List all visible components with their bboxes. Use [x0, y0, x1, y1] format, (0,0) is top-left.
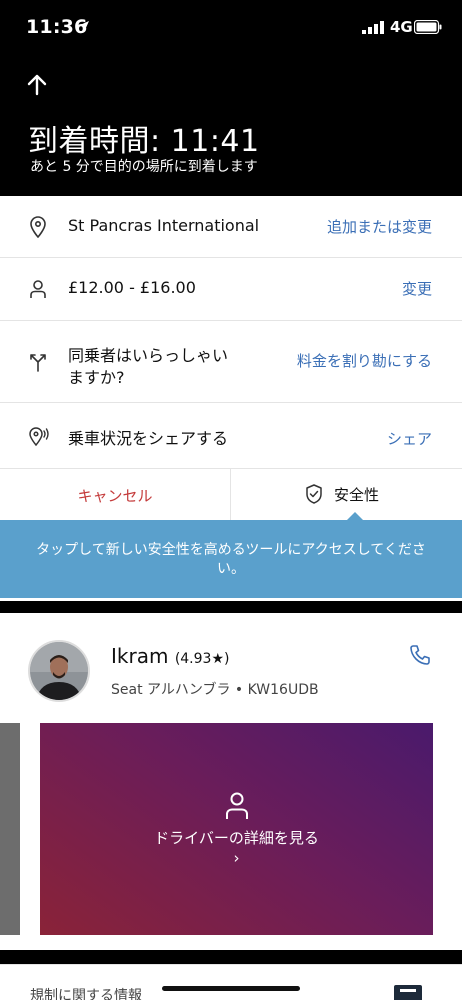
- person-icon: [226, 792, 248, 819]
- driver-avatar[interactable]: [28, 640, 90, 702]
- driver-details-label: ドライバーの詳細を見る: [154, 829, 319, 847]
- split-question-line1: 同乗者はいらっしゃい: [68, 346, 229, 365]
- chevron-right-icon: ›: [233, 849, 240, 867]
- driver-name-line: Ikram (4.93★): [111, 644, 229, 668]
- phone-icon[interactable]: [408, 643, 432, 667]
- share-link[interactable]: シェア: [387, 428, 432, 449]
- safety-tooltip[interactable]: タップして新しい安全性を高めるツールにアクセスしてください。: [0, 512, 462, 598]
- arrival-subtitle: あと 5 分で目的の場所に到着します: [30, 159, 258, 175]
- share-location-icon: [29, 427, 49, 447]
- collapse-arrow-icon[interactable]: [26, 74, 48, 96]
- change-destination-link[interactable]: 追加または変更: [327, 216, 432, 237]
- ride-screen: 11:36 4G 到着時間: 11:41 あと 5 分で目的の場所に到着します: [0, 0, 462, 1000]
- destination-row[interactable]: St Pancras International 追加または変更: [0, 196, 462, 258]
- divider: [230, 469, 231, 520]
- location-arrow-icon: [79, 21, 89, 31]
- signal-icon: [362, 21, 384, 34]
- person-icon: [30, 280, 46, 298]
- cancel-safety-row: キャンセル 安全性: [0, 469, 462, 520]
- network-type: 4G: [390, 18, 413, 36]
- regulatory-label: 規制に関する情報: [30, 988, 142, 1000]
- vehicle-info: Seat アルハンブラ • KW16UDB: [111, 682, 319, 698]
- split-fare-link[interactable]: 料金を割り勘にする: [297, 350, 432, 371]
- shield-icon[interactable]: [304, 483, 324, 505]
- status-bar: 11:36 4G: [0, 0, 462, 56]
- trip-details-card: St Pancras International 追加または変更 £12.00 …: [0, 196, 462, 601]
- home-indicator: [162, 986, 300, 991]
- destination-label: St Pancras International: [68, 216, 260, 235]
- location-pin-icon: [30, 216, 46, 238]
- arrival-time-title: 到着時間: 11:41: [28, 124, 260, 159]
- share-trip-label: 乗車状況をシェアする: [68, 429, 229, 448]
- fare-row[interactable]: £12.00 - £16.00 変更: [0, 258, 462, 321]
- driver-details-card[interactable]: ドライバーの詳細を見る ›: [40, 723, 433, 935]
- driver-section: Ikram (4.93★) Seat アルハンブラ • KW16UDB ドライバ…: [0, 613, 462, 950]
- regulatory-section[interactable]: 規制に関する情報: [0, 964, 462, 1000]
- driver-name: Ikram: [111, 644, 169, 668]
- change-fare-link[interactable]: 変更: [402, 278, 432, 299]
- tooltip-caret: [346, 512, 364, 521]
- cancel-button[interactable]: キャンセル: [0, 485, 230, 506]
- share-trip-row[interactable]: 乗車状況をシェアする シェア: [0, 403, 462, 469]
- split-question-line2: ますか?: [68, 368, 125, 387]
- safety-button[interactable]: 安全性: [334, 484, 379, 505]
- driver-rating: (4.93★): [174, 651, 230, 667]
- previous-card[interactable]: [0, 723, 20, 935]
- split-fare-row[interactable]: 同乗者はいらっしゃい ますか? 料金を割り勘にする: [0, 321, 462, 403]
- fare-label: £12.00 - £16.00: [68, 278, 196, 297]
- tooltip-text: タップして新しい安全性を高めるツールにアクセスしてください。: [36, 542, 426, 577]
- split-icon: [30, 354, 46, 372]
- document-icon: [394, 985, 422, 1000]
- battery-icon: [414, 20, 442, 34]
